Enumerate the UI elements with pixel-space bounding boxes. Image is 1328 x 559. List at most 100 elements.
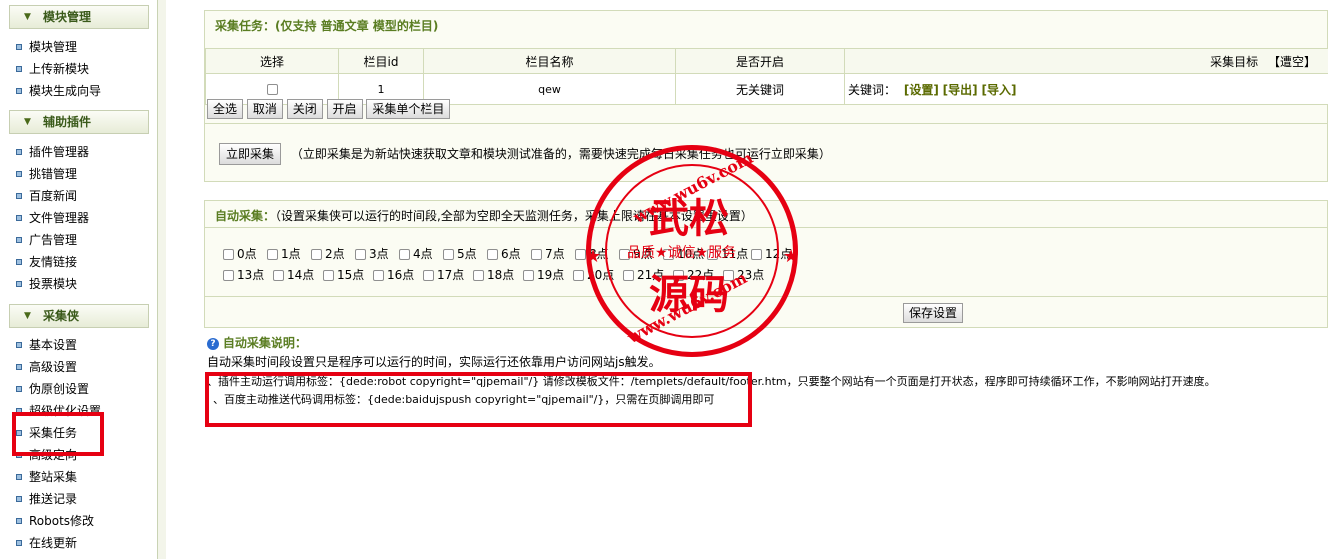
bullet-icon (16, 192, 22, 199)
hour-option[interactable]: 16点 (373, 266, 414, 283)
sidebar-item-advanced-settings[interactable]: 高级设置 (16, 357, 77, 377)
sidebar-item-baidu-news[interactable]: 百度新闻 (16, 186, 77, 206)
hour-checkbox[interactable] (399, 249, 410, 260)
keyword-export-link[interactable]: [导出] (943, 83, 978, 97)
col-id: 栏目id (338, 48, 424, 74)
table-header: 选择 栏目id 栏目名称 是否开启 采集目标 【遭空】 (205, 48, 1328, 74)
collapse-triangle-icon: ▼ (24, 12, 31, 22)
hour-checkbox[interactable] (573, 270, 584, 281)
collapse-triangle-icon: ▼ (24, 117, 31, 127)
sidebar-item-error-manage[interactable]: 挑错管理 (16, 164, 77, 184)
sidebar-item-online-update[interactable]: 在线更新 (16, 533, 77, 553)
hour-option[interactable]: 18点 (473, 266, 514, 283)
collect-task-panel: 采集任务：(仅支持 普通文章 模型的栏目) 选择 栏目id 栏目名称 是否开启 … (204, 10, 1328, 182)
sidebar-item-basic-settings[interactable]: 基本设置 (16, 335, 77, 355)
cancel-button[interactable]: 取消 (246, 99, 283, 119)
hour-option[interactable]: 4点 (399, 245, 433, 262)
sidebar-item-file-manager[interactable]: 文件管理器 (16, 208, 89, 228)
hour-option[interactable]: 1点 (267, 245, 301, 262)
hour-option[interactable]: 15点 (323, 266, 364, 283)
hour-option[interactable]: 13点 (223, 266, 264, 283)
collect-single-column-button[interactable]: 采集单个栏目 (366, 99, 451, 119)
hour-option[interactable]: 19点 (523, 266, 564, 283)
sidebar-item-site-collect[interactable]: 整站采集 (16, 467, 77, 487)
hour-label: 17点 (437, 268, 465, 282)
hour-checkbox[interactable] (311, 249, 322, 260)
keyword-set-link[interactable]: [设置] (904, 83, 939, 97)
bullet-icon (16, 65, 22, 72)
hour-option[interactable]: 2点 (311, 245, 345, 262)
sidebar-item-robots[interactable]: Robots修改 (16, 511, 94, 531)
collect-now-button[interactable]: 立即采集 (219, 143, 282, 165)
bullet-icon (16, 170, 22, 177)
row-status: 无关键词 (675, 73, 845, 105)
section-header-module[interactable]: ▼ 模块管理 (9, 5, 149, 29)
bullet-icon (16, 280, 22, 287)
hour-option[interactable]: 0点 (223, 245, 257, 262)
star-icon: ★ (783, 246, 800, 267)
row-name: qew (423, 73, 676, 105)
hour-option[interactable]: 3点 (355, 245, 389, 262)
col-select: 选择 (205, 48, 339, 74)
bullet-icon (16, 385, 22, 392)
hour-checkbox[interactable] (323, 270, 334, 281)
bullet-icon (16, 43, 22, 50)
hour-option[interactable]: 7点 (531, 245, 565, 262)
panel-title: 采集任务：(仅支持 普通文章 模型的栏目) (215, 19, 439, 33)
hour-checkbox[interactable] (487, 249, 498, 260)
bullet-icon (16, 363, 22, 370)
highlight-box-help (205, 372, 752, 427)
hour-checkbox[interactable] (473, 270, 484, 281)
hour-checkbox[interactable] (273, 270, 284, 281)
close-button[interactable]: 关闭 (286, 99, 323, 119)
sidebar-item-upload-module[interactable]: 上传新模块 (16, 59, 89, 79)
bullet-icon (16, 341, 22, 348)
sidebar-item-plugin-manager[interactable]: 插件管理器 (16, 142, 89, 162)
bullet-icon (16, 236, 22, 243)
sidebar-item-ad-manage[interactable]: 广告管理 (16, 230, 77, 250)
hour-label: 4点 (413, 247, 433, 261)
sidebar: ▼ 模块管理 模块管理 上传新模块 模块生成向导 ▼ 辅助插件 插件管理器 挑错管理… (0, 0, 158, 559)
col-target: 采集目标 【遭空】 (844, 48, 1328, 74)
hour-option[interactable]: 6点 (487, 245, 521, 262)
hour-checkbox[interactable] (373, 270, 384, 281)
hour-label: 19点 (537, 268, 565, 282)
hour-checkbox[interactable] (223, 270, 234, 281)
sidebar-item-vote-module[interactable]: 投票模块 (16, 274, 77, 294)
hour-label: 2点 (325, 247, 345, 261)
bullet-icon (16, 214, 22, 221)
bullet-icon (16, 258, 22, 265)
bullet-icon (16, 539, 22, 546)
hour-label: 7点 (545, 247, 565, 261)
hour-checkbox[interactable] (443, 249, 454, 260)
enable-button[interactable]: 开启 (326, 99, 363, 119)
hour-label: 3点 (369, 247, 389, 261)
keyword-import-link[interactable]: [导入] (981, 83, 1016, 97)
hour-label: 18点 (487, 268, 515, 282)
sidebar-item-module-wizard[interactable]: 模块生成向导 (16, 81, 101, 101)
section-header-plugins[interactable]: ▼ 辅助插件 (9, 110, 149, 134)
star-icon: ★ (585, 246, 602, 267)
hour-checkbox[interactable] (523, 270, 534, 281)
row-checkbox[interactable] (266, 84, 278, 95)
hour-checkbox[interactable] (267, 249, 278, 260)
save-settings-button[interactable]: 保存设置 (903, 303, 964, 323)
hour-option[interactable]: 14点 (273, 266, 314, 283)
bullet-icon (16, 429, 22, 436)
sidebar-item-pseudo-original[interactable]: 伪原创设置 (16, 379, 89, 399)
clear-link[interactable]: 【遭空】 (1268, 55, 1316, 69)
watermark-line1: 武松 (649, 195, 729, 242)
sidebar-item-friend-links[interactable]: 友情链接 (16, 252, 77, 272)
help-line-1: 自动采集时间段设置只是程序可以运行的时间，实际运行还依靠用户访问网站js触发。 (207, 355, 661, 369)
hour-checkbox[interactable] (423, 270, 434, 281)
select-all-button[interactable]: 全选 (207, 99, 244, 119)
sidebar-item-push-records[interactable]: 推送记录 (16, 489, 77, 509)
sidebar-item-collect-tasks[interactable]: 采集任务 (16, 423, 84, 443)
hour-option[interactable]: 5点 (443, 245, 477, 262)
sidebar-item-module-manage[interactable]: 模块管理 (16, 37, 77, 57)
hour-option[interactable]: 17点 (423, 266, 464, 283)
hour-checkbox[interactable] (531, 249, 542, 260)
hour-checkbox[interactable] (355, 249, 366, 260)
hour-checkbox[interactable] (223, 249, 234, 260)
section-header-collector[interactable]: ▼ 采集侠 (9, 304, 149, 328)
